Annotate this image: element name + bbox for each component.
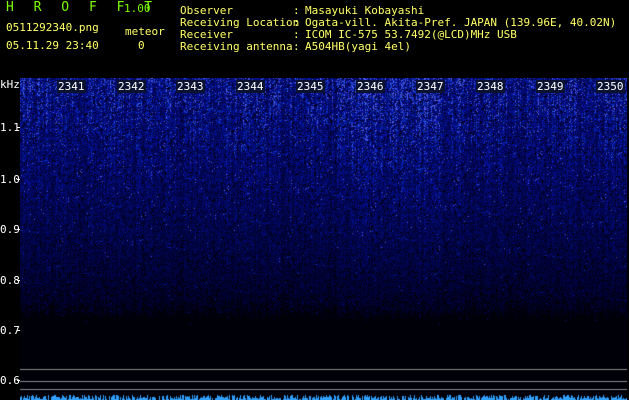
tick-label: 0.7 (0, 324, 20, 337)
file-name: 0511292340.png (6, 21, 99, 34)
info-sep: : (293, 40, 300, 53)
axis-unit-label: kHz (0, 78, 20, 91)
tick-label: 0.8 (0, 274, 20, 287)
spectrogram-canvas (20, 78, 627, 400)
tick-label: 1.0 (0, 173, 20, 186)
minute-label: 2350 (596, 80, 625, 93)
minute-label: 2342 (117, 80, 146, 93)
minute-label: 2348 (476, 80, 505, 93)
frequency-axis: kHz 1.1 1.0 0.9 0.8 0.7 0.6 (0, 76, 20, 400)
file-timestamp: 05.11.29 23:40 (6, 39, 99, 52)
spectrogram (20, 78, 627, 400)
minute-label: 2343 (176, 80, 205, 93)
minute-label: 2347 (416, 80, 445, 93)
minute-label: 2349 (536, 80, 565, 93)
minute-label: 2341 (57, 80, 86, 93)
minute-label: 2345 (296, 80, 325, 93)
info-value-antenna: A504HB(yagi 4el) (305, 40, 411, 53)
minute-label: 2344 (236, 80, 265, 93)
minute-label: 2346 (356, 80, 385, 93)
meteor-label: meteor (125, 25, 165, 38)
app-version: 1.00 (124, 2, 151, 15)
meteor-count: 0 (138, 39, 145, 52)
tick-label: 0.6 (0, 374, 20, 387)
header: H R O F F T 1.00 0511292340.png 05.11.29… (0, 0, 629, 76)
tick-label: 1.1 (0, 121, 20, 134)
tick-label: 0.9 (0, 223, 20, 236)
info-label-antenna: Receiving antenna (180, 40, 293, 53)
